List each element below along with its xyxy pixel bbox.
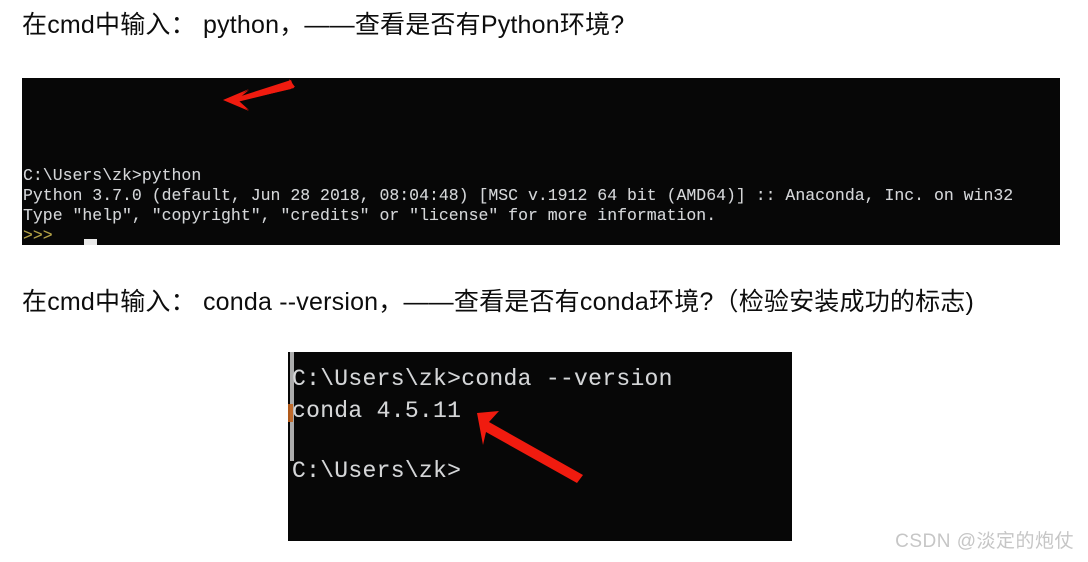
terminal-conda-line-version-output: conda 4.5.11 [292,398,462,424]
terminal-python-line-help-banner: Type "help", "copyright", "credits" or "… [23,206,717,225]
terminal-python-line-repl-prompt: >>> [23,226,53,245]
slide-canvas: 在cmd中输入： python，——查看是否有Python环境? C:\User… [0,0,1088,562]
heading-python-step: 在cmd中输入： python，——查看是否有Python环境? [22,11,625,39]
terminal-conda-line-prompt-command: C:\Users\zk>conda --version [292,366,673,392]
terminal-python-body: C:\Users\zk>python Python 3.7.0 (default… [22,78,1060,245]
csdn-watermark: CSDN @淡定的炮仗 [895,531,1074,552]
terminal-window-python[interactable]: C:\Users\zk>python Python 3.7.0 (default… [22,78,1060,245]
terminal-conda-line-prompt-trailing: C:\Users\zk> [292,458,462,484]
terminal-cursor-icon [84,239,97,245]
terminal-python-line-prompt-command: C:\Users\zk>python [23,166,202,185]
terminal-window-conda[interactable]: C:\Users\zk>conda --version conda 4.5.11… [288,352,792,541]
heading-conda-step: 在cmd中输入： conda --version，——查看是否有conda环境?… [22,288,975,316]
terminal-conda-body: C:\Users\zk>conda --version conda 4.5.11… [288,352,792,541]
terminal-python-line-version-banner: Python 3.7.0 (default, Jun 28 2018, 08:0… [23,186,1014,205]
